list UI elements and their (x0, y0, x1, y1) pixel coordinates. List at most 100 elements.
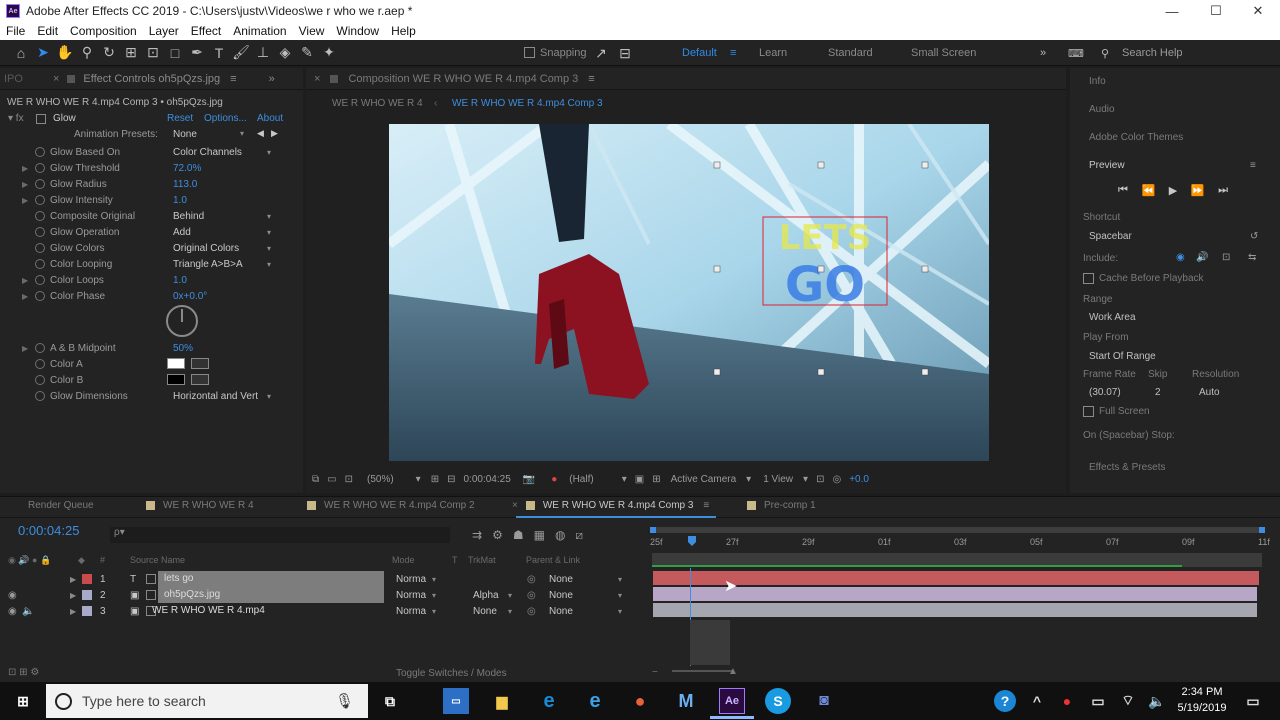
twirl-chevron-icon[interactable]: ▶ (22, 292, 28, 301)
layer-parent-dropdown[interactable]: None (549, 574, 573, 585)
camera-dropdown[interactable]: Active Camera (671, 474, 737, 485)
view-layout-dropdown[interactable]: 1 View (763, 474, 793, 485)
stopwatch-icon[interactable] (35, 275, 45, 285)
work-area-bar[interactable] (650, 527, 1265, 533)
tab-comp-we-r-who-we-r-4[interactable]: WE R WHO WE R 4 (146, 500, 254, 511)
roto-brush-tool-icon[interactable]: ✎ (296, 42, 318, 64)
stopwatch-icon[interactable] (35, 375, 45, 385)
show-hidden-icons-icon[interactable]: ^ (1024, 688, 1050, 714)
audio-speaker-icon[interactable]: 🔈 (22, 606, 34, 617)
trkmat-chevron-down-icon[interactable]: ▾ (508, 591, 512, 600)
effect-toggle-icon[interactable] (36, 114, 46, 124)
menu-layer[interactable]: Layer (143, 24, 185, 38)
include-audio-icon[interactable]: 🔊 (1196, 252, 1208, 263)
rotate-tool-icon[interactable]: ↻ (98, 42, 120, 64)
minimize-button[interactable]: — (1150, 0, 1194, 22)
exposure-value[interactable]: +0.0 (849, 474, 869, 485)
presets-dropdown[interactable]: None (173, 129, 197, 140)
chevron-down-icon[interactable]: ▾ (267, 148, 271, 157)
parent-chevron-down-icon[interactable]: ▾ (618, 591, 622, 600)
monitor-icon[interactable]: ▭ (327, 474, 336, 485)
trkmat-header[interactable]: TrkMat (468, 555, 496, 565)
chevron-down-icon[interactable]: ▾ (267, 228, 271, 237)
lock-icon[interactable] (67, 74, 76, 83)
hand-tool-icon[interactable]: ✋ (54, 42, 76, 64)
next-frame-icon[interactable]: ⏩ (1191, 184, 1205, 197)
toggle-grid-icon[interactable]: ⊞ (652, 474, 660, 485)
close-tab-icon[interactable]: × (53, 73, 59, 85)
layer-expand-chevron-icon[interactable]: ▶ (70, 575, 76, 584)
edge-icon[interactable]: e (536, 688, 562, 714)
breadcrumb-comp-1[interactable]: WE R WHO WE R 4 (332, 98, 423, 109)
first-frame-icon[interactable]: ⏮ (1118, 184, 1128, 197)
pan-behind-tool-icon[interactable]: ⊡ (142, 42, 164, 64)
t-header[interactable]: T (452, 555, 458, 565)
color-channel-icon[interactable]: ● (551, 474, 557, 485)
presets-chevron-down-icon[interactable]: ▾ (240, 129, 244, 138)
effect-controls-tab[interactable]: Effect Controls oh5pQzs.jpg (83, 73, 220, 85)
prev-preset-icon[interactable]: ◀ (257, 128, 264, 139)
effect-prop-value[interactable]: 0x+0.0° (173, 291, 207, 302)
mode-chevron-down-icon[interactable]: ▾ (432, 591, 436, 600)
camera-chevron-down-icon[interactable]: ▾ (746, 474, 751, 485)
parent-pickwhip-icon[interactable]: ◎ (527, 606, 536, 617)
effect-prop-value[interactable]: 1.0 (173, 195, 187, 206)
stopwatch-icon[interactable] (35, 163, 45, 173)
stopwatch-icon[interactable] (35, 195, 45, 205)
zoom-tool-icon[interactable]: ⚲ (76, 42, 98, 64)
composition-viewer[interactable]: LETS GO (389, 124, 989, 461)
color-swatch[interactable] (167, 374, 185, 385)
camera-tool-icon[interactable]: ⊞ (120, 42, 142, 64)
source-name-header[interactable]: Source Name (130, 555, 185, 565)
composition-tab[interactable]: Composition WE R WHO WE R 4.mp4 Comp 3 (348, 73, 578, 85)
snap-grid-icon[interactable]: ⊟ (614, 42, 636, 64)
effect-prop-value[interactable]: 50% (173, 343, 193, 354)
taskbar-search[interactable]: Type here to search 🎙 (46, 684, 368, 718)
selection-tool-icon[interactable]: ➤ (32, 42, 54, 64)
mode-chevron-down-icon[interactable]: ▾ (432, 607, 436, 616)
snapshot-camera-icon[interactable]: 📷 (523, 474, 535, 485)
chevron-down-icon[interactable]: ▾ (267, 244, 271, 253)
sync-settings-icon[interactable]: ⌨ (1068, 47, 1084, 60)
skip-dropdown[interactable]: 2 (1155, 387, 1161, 398)
effect-prop-value[interactable]: 72.0% (173, 163, 201, 174)
cache-checkbox[interactable] (1083, 273, 1094, 284)
puppet-tool-icon[interactable]: ✦ (318, 42, 340, 64)
layer-name[interactable]: oh5pQzs.jpg (158, 587, 384, 603)
layer-mode-dropdown[interactable]: Norma (396, 590, 426, 601)
discord-icon[interactable]: ◙ (811, 688, 837, 714)
zoom-in-timeline-icon[interactable]: ▲ (728, 666, 738, 677)
mode-chevron-down-icon[interactable]: ▾ (432, 575, 436, 584)
shortcut-dropdown[interactable]: Spacebar (1089, 231, 1132, 242)
loop-icon[interactable]: ⇆ (1248, 252, 1256, 263)
layer-row[interactable]: ◉ 🔈 ▶ 3 ▣ WE R WHO WE R 4.mp4 Norma ▾ None ▾ ◎ None… (0, 603, 645, 619)
layer-row[interactable]: ◉ ▶ 2 ▣ oh5pQzs.jpg Norma ▾ Alpha ▾ ◎ None ▾ (0, 587, 645, 603)
draft-3d-icon[interactable]: ⚙ (492, 528, 503, 543)
stopwatch-icon[interactable] (35, 343, 45, 353)
stopwatch-icon[interactable] (35, 259, 45, 269)
visual-studio-icon[interactable]: M (673, 688, 699, 714)
search-help-input[interactable]: Search Help (1122, 47, 1183, 59)
reset-button[interactable]: Reset (167, 113, 193, 124)
stopwatch-icon[interactable] (35, 211, 45, 221)
parent-pickwhip-icon[interactable]: ◎ (527, 590, 536, 601)
parent-pickwhip-icon[interactable]: ◎ (527, 574, 536, 585)
color-themes-panel-tab[interactable]: Adobe Color Themes (1089, 132, 1183, 143)
snapping-checkbox[interactable] (524, 47, 535, 58)
include-video-icon[interactable]: ◉ (1176, 252, 1185, 263)
menu-animation[interactable]: Animation (227, 24, 292, 38)
menu-edit[interactable]: Edit (31, 24, 64, 38)
effect-prop-dropdown[interactable]: Horizontal and Vert (173, 391, 258, 402)
motion-blur-icon[interactable]: ◍ (555, 528, 565, 543)
tab-comp-2[interactable]: WE R WHO WE R 4.mp4 Comp 2 (307, 500, 475, 511)
twirl-chevron-icon[interactable]: ▶ (22, 164, 28, 173)
close-button[interactable]: ✕ (1236, 0, 1280, 22)
range-dropdown[interactable]: Work Area (1089, 312, 1136, 323)
file-explorer-icon[interactable]: ▭ (443, 688, 469, 714)
view-chevron-down-icon[interactable]: ▾ (803, 474, 808, 485)
workspace-menu-icon[interactable]: ≡ (730, 47, 736, 59)
menu-window[interactable]: Window (330, 24, 385, 38)
tab-pre-comp-1[interactable]: Pre-comp 1 (747, 500, 816, 511)
effect-prop-dropdown[interactable]: Color Channels (173, 147, 242, 158)
layer-label-color[interactable] (82, 574, 92, 584)
